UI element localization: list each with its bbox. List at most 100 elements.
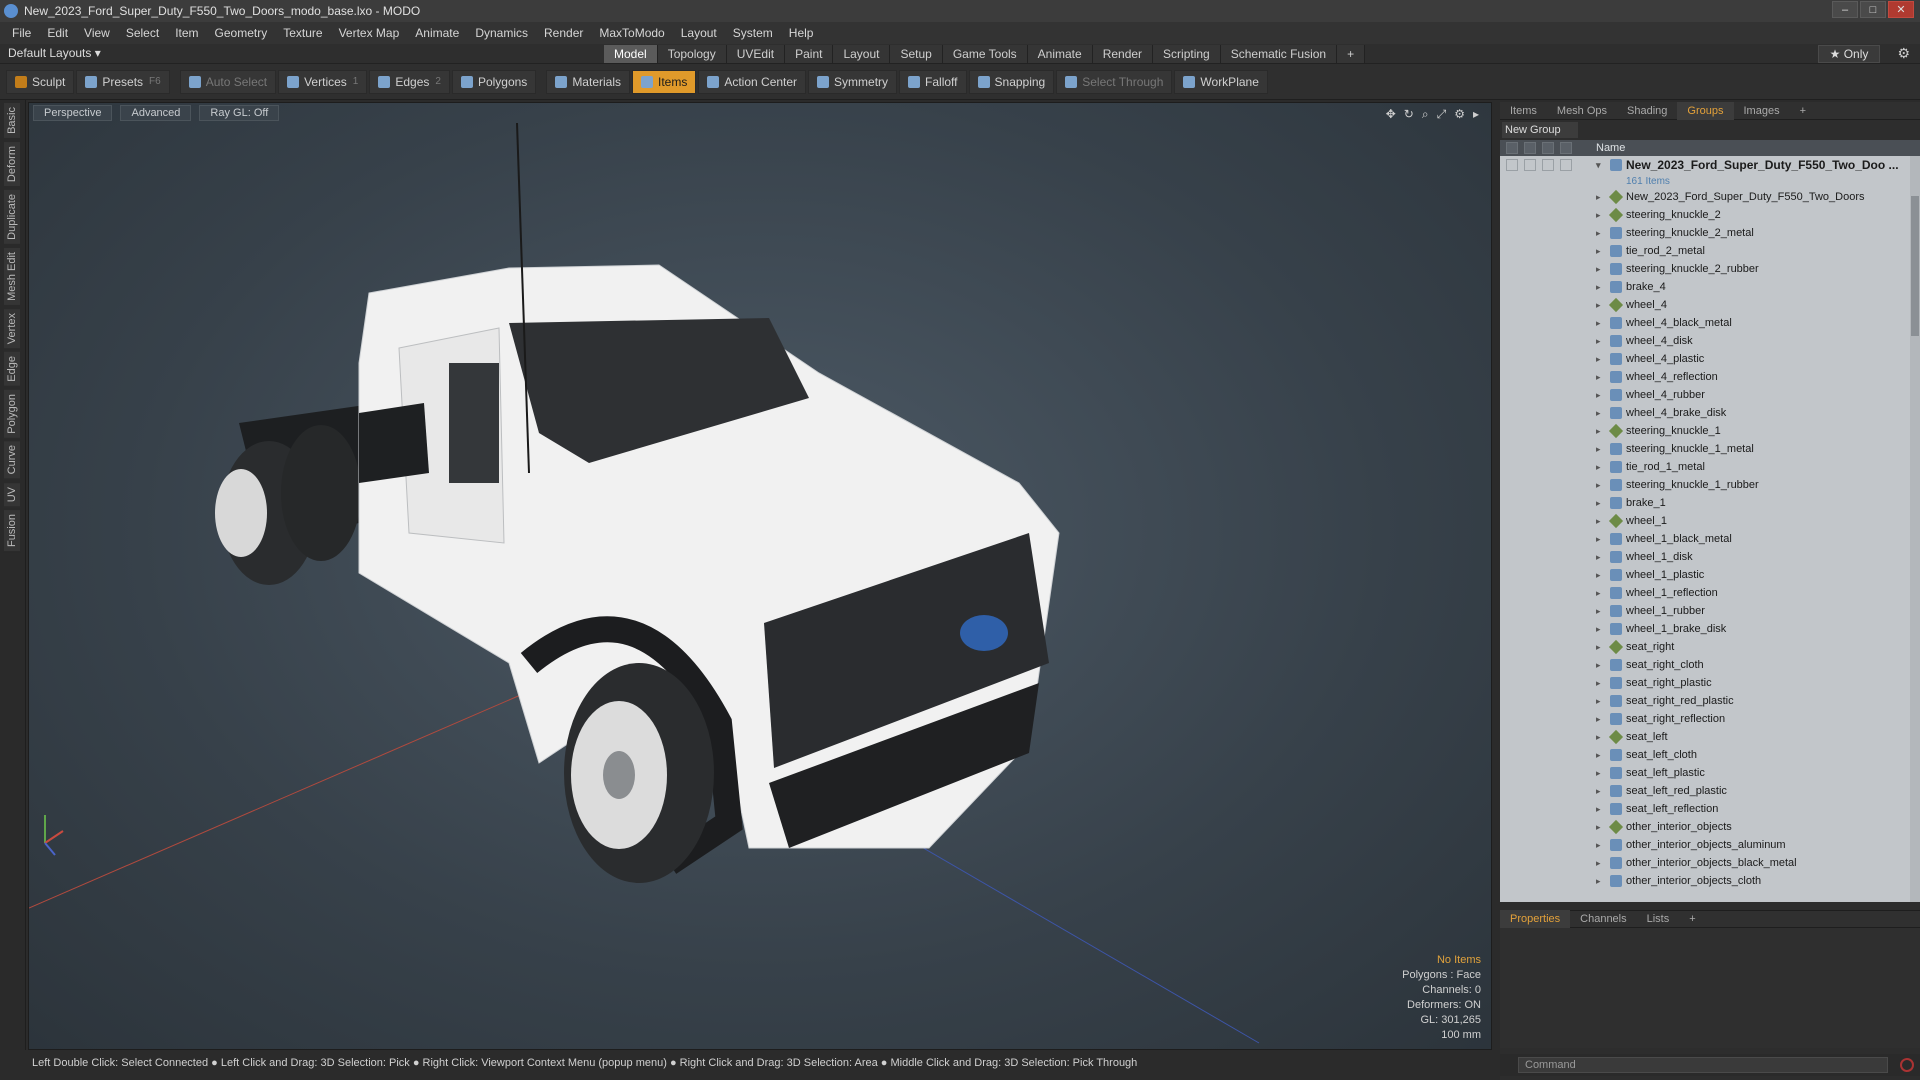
tool-tab-basic[interactable]: Basic <box>3 102 21 139</box>
list-item[interactable]: ▸ wheel_4_plastic <box>1500 350 1920 368</box>
tab-groups[interactable]: Groups <box>1677 101 1734 120</box>
list-item[interactable]: ▸ wheel_1_plastic <box>1500 566 1920 584</box>
command-input[interactable]: Command <box>1518 1057 1888 1073</box>
auto-select-button[interactable]: Auto Select <box>179 69 277 94</box>
tab-render[interactable]: Render <box>1092 45 1154 63</box>
expand-icon[interactable]: ▸ <box>1596 408 1606 419</box>
tab-scripting[interactable]: Scripting <box>1153 45 1221 63</box>
list-item[interactable]: ▸ wheel_4_disk <box>1500 332 1920 350</box>
render-toggle[interactable] <box>1524 159 1536 171</box>
list-item[interactable]: ▸ wheel_1_brake_disk <box>1500 620 1920 638</box>
collapse-icon[interactable]: ▾ <box>1596 160 1606 171</box>
tab-schematic-fusion[interactable]: Schematic Fusion <box>1220 45 1338 63</box>
list-item[interactable]: ▸ seat_right_cloth <box>1500 656 1920 674</box>
expand-icon[interactable]: ▸ <box>1596 192 1606 203</box>
tab-topology[interactable]: Topology <box>657 45 727 63</box>
tab-lists[interactable]: Lists <box>1637 910 1680 928</box>
list-item[interactable]: ▸ tie_rod_1_metal <box>1500 458 1920 476</box>
expand-icon[interactable]: ▸ <box>1596 696 1606 707</box>
tab-game-tools[interactable]: Game Tools <box>942 45 1028 63</box>
expand-icon[interactable]: ▸ <box>1596 786 1606 797</box>
new-group-button[interactable]: New Group <box>1502 122 1578 138</box>
expand-icon[interactable]: ▸ <box>1596 516 1606 527</box>
tab-uvedit[interactable]: UVEdit <box>726 45 786 63</box>
tab-items[interactable]: Items <box>1500 102 1547 120</box>
expand-icon[interactable]: ▸ <box>1596 660 1606 671</box>
list-item[interactable]: ▸ seat_right_red_plastic <box>1500 692 1920 710</box>
menu-item[interactable]: Item <box>167 26 206 40</box>
items-button[interactable]: Items <box>632 69 697 94</box>
tab-properties[interactable]: Properties <box>1500 910 1571 928</box>
expand-icon[interactable]: ▸ <box>1596 588 1606 599</box>
tab-paint[interactable]: Paint <box>785 45 834 63</box>
select-toggle[interactable] <box>1560 159 1572 171</box>
list-item[interactable]: ▸ tie_rod_2_metal <box>1500 242 1920 260</box>
menu-render[interactable]: Render <box>536 26 591 40</box>
expand-icon[interactable]: ▸ <box>1596 228 1606 239</box>
list-item[interactable]: ▸ wheel_1_black_metal <box>1500 530 1920 548</box>
add-panel-tab-button[interactable]: + <box>1790 102 1816 120</box>
list-item[interactable]: ▸ steering_knuckle_2_rubber <box>1500 260 1920 278</box>
expand-icon[interactable]: ▸ <box>1596 480 1606 491</box>
snapping-button[interactable]: Snapping <box>968 69 1055 94</box>
select-icon[interactable] <box>1560 142 1572 154</box>
expand-icon[interactable]: ▸ <box>1596 678 1606 689</box>
list-item[interactable]: ▸ wheel_1_reflection <box>1500 584 1920 602</box>
list-item[interactable]: ▸ other_interior_objects <box>1500 818 1920 836</box>
polygons-button[interactable]: Polygons <box>451 69 537 94</box>
list-item[interactable]: ▸ seat_left_cloth <box>1500 746 1920 764</box>
scroll-thumb[interactable] <box>1911 196 1919 336</box>
3d-viewport[interactable]: Perspective Advanced Ray GL: Off ✥ ↻ ⌕ ⤢… <box>28 102 1492 1050</box>
expand-icon[interactable]: ▸ <box>1596 768 1606 779</box>
tab-layout[interactable]: Layout <box>833 45 891 63</box>
list-item[interactable]: ▸ other_interior_objects_cloth <box>1500 872 1920 890</box>
tab-shading[interactable]: Shading <box>1617 102 1677 120</box>
list-item[interactable]: ▸ seat_left_red_plastic <box>1500 782 1920 800</box>
list-item[interactable]: ▸ steering_knuckle_1_metal <box>1500 440 1920 458</box>
expand-icon[interactable]: ▸ <box>1596 498 1606 509</box>
list-item[interactable]: ▸ other_interior_objects_black_metal <box>1500 854 1920 872</box>
list-item[interactable]: ▸ wheel_4_rubber <box>1500 386 1920 404</box>
expand-icon[interactable]: ▸ <box>1596 462 1606 473</box>
list-item[interactable]: ▸ New_2023_Ford_Super_Duty_F550_Two_Doors <box>1500 188 1920 206</box>
menu-maxtomodo[interactable]: MaxToModo <box>591 26 672 40</box>
expand-icon[interactable]: ▸ <box>1596 300 1606 311</box>
list-item[interactable]: ▸ steering_knuckle_2 <box>1500 206 1920 224</box>
visibility-toggle[interactable] <box>1506 159 1518 171</box>
expand-icon[interactable]: ▸ <box>1596 426 1606 437</box>
expand-icon[interactable]: ▸ <box>1596 822 1606 833</box>
only-toggle[interactable]: ★ Only <box>1818 45 1880 63</box>
menu-vertex-map[interactable]: Vertex Map <box>331 26 408 40</box>
expand-icon[interactable]: ▸ <box>1596 390 1606 401</box>
expand-icon[interactable]: ▸ <box>1596 804 1606 815</box>
falloff-button[interactable]: Falloff <box>899 69 967 94</box>
list-item[interactable]: ▸ wheel_4_brake_disk <box>1500 404 1920 422</box>
group-root-row[interactable]: ▾ New_2023_Ford_Super_Duty_F550_Two_Doo … <box>1500 156 1920 174</box>
list-item[interactable]: ▸ steering_knuckle_1_rubber <box>1500 476 1920 494</box>
list-item[interactable]: ▸ seat_right_plastic <box>1500 674 1920 692</box>
list-item[interactable]: ▸ other_interior_objects_aluminum <box>1500 836 1920 854</box>
command-stop-icon[interactable] <box>1900 1058 1914 1072</box>
tool-tab-edge[interactable]: Edge <box>3 350 21 387</box>
expand-icon[interactable]: ▸ <box>1596 534 1606 545</box>
expand-icon[interactable]: ▸ <box>1596 336 1606 347</box>
list-item[interactable]: ▸ seat_left <box>1500 728 1920 746</box>
menu-dynamics[interactable]: Dynamics <box>467 26 536 40</box>
menu-layout[interactable]: Layout <box>673 26 725 40</box>
tab-model[interactable]: Model <box>604 45 658 63</box>
expand-icon[interactable]: ▸ <box>1596 444 1606 455</box>
tool-tab-fusion[interactable]: Fusion <box>3 509 21 553</box>
tool-tab-vertex[interactable]: Vertex <box>3 307 21 349</box>
menu-edit[interactable]: Edit <box>39 26 76 40</box>
menu-file[interactable]: File <box>4 26 39 40</box>
expand-icon[interactable]: ▸ <box>1596 372 1606 383</box>
list-item[interactable]: ▸ seat_right_reflection <box>1500 710 1920 728</box>
tool-tab-mesh-edit[interactable]: Mesh Edit <box>3 246 21 306</box>
list-item[interactable]: ▸ wheel_1 <box>1500 512 1920 530</box>
name-column-header[interactable]: Name <box>1596 142 1625 154</box>
list-item[interactable]: ▸ seat_right <box>1500 638 1920 656</box>
expand-icon[interactable]: ▸ <box>1596 732 1606 743</box>
eye-icon[interactable] <box>1506 142 1518 154</box>
list-item[interactable]: ▸ steering_knuckle_1 <box>1500 422 1920 440</box>
menu-system[interactable]: System <box>725 26 781 40</box>
